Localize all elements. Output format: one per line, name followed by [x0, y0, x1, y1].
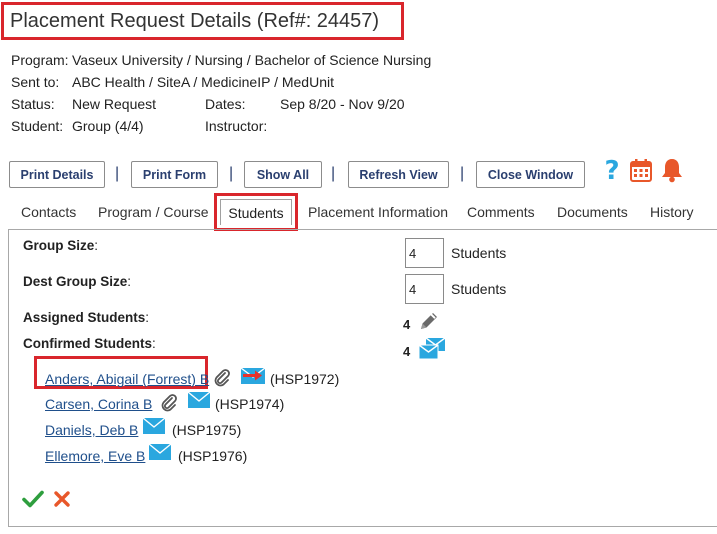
student-label: Student:	[11, 118, 64, 134]
assigned-students-label-text: Assigned Students	[23, 310, 146, 325]
envelope-icon[interactable]	[187, 391, 211, 414]
group-size-input[interactable]: 4	[405, 238, 444, 268]
toolbar-separator: |	[115, 165, 120, 182]
student-code: (HSP1974)	[215, 396, 285, 412]
confirmed-count: 4	[403, 344, 411, 359]
refresh-view-button[interactable]: Refresh View	[348, 161, 449, 188]
status-row: Status: New Request	[11, 96, 156, 112]
student-value: Group (4/4)	[72, 118, 144, 134]
student-code: (HSP1976)	[178, 448, 248, 464]
close-window-button[interactable]: Close Window	[476, 161, 585, 188]
tab-history[interactable]: History	[650, 204, 694, 220]
checkmark-icon[interactable]	[22, 489, 44, 514]
tab-comments[interactable]: Comments	[467, 204, 535, 220]
pencil-icon[interactable]	[418, 310, 440, 337]
assigned-students-label: Assigned Students:	[23, 310, 149, 325]
dest-group-size-label: Dest Group Size:	[23, 274, 131, 289]
tab-students[interactable]: Students	[220, 199, 292, 225]
group-size-label: Group Size:	[23, 238, 98, 253]
envelope-icon[interactable]	[148, 443, 172, 466]
sent-to-value: ABC Health / SiteA / MedicineIP / MedUni…	[72, 74, 334, 90]
student-code: (HSP1975)	[172, 422, 242, 438]
page-title: Placement Request Details (Ref#: 24457)	[10, 9, 380, 32]
dates-value: Sep 8/20 - Nov 9/20	[280, 96, 405, 112]
calendar-icon[interactable]	[630, 158, 652, 187]
sent-to-label: Sent to:	[11, 74, 60, 90]
multi-envelope-icon[interactable]	[418, 337, 446, 366]
cancel-x-icon[interactable]	[53, 490, 71, 513]
group-size-label-text: Group Size	[23, 238, 95, 253]
envelope-forward-icon[interactable]	[240, 365, 266, 390]
help-icon[interactable]: ?	[601, 156, 623, 189]
student-link[interactable]: Ellemore, Eve B	[45, 448, 145, 464]
status-label: Status:	[11, 96, 55, 112]
student-link[interactable]: Carsen, Corina B	[45, 396, 152, 412]
instructor-label: Instructor:	[205, 118, 268, 134]
page-title-highlight: Placement Request Details (Ref#: 24457)	[1, 2, 404, 40]
group-size-unit: Students	[451, 245, 507, 261]
tab-documents[interactable]: Documents	[557, 204, 628, 220]
bell-icon[interactable]	[660, 157, 684, 188]
dest-group-size-unit: Students	[451, 281, 507, 297]
student-code: (HSP1972)	[270, 371, 340, 387]
confirmed-students-label: Confirmed Students:	[23, 336, 156, 351]
student-row: Student: Group (4/4)	[11, 118, 144, 134]
student-link[interactable]: Anders, Abigail (Forrest) B	[45, 371, 209, 387]
tab-placement-information[interactable]: Placement Information	[308, 204, 448, 220]
status-value: New Request	[72, 96, 157, 112]
program-row: Program: Vaseux University / Nursing / Ba…	[11, 52, 431, 68]
toolbar-separator: |	[331, 165, 336, 182]
colon: :	[152, 336, 156, 351]
sent-to-row: Sent to: ABC Health / SiteA / MedicineIP …	[11, 74, 334, 90]
print-form-button[interactable]: Print Form	[131, 161, 218, 188]
envelope-icon[interactable]	[142, 417, 166, 440]
show-all-button[interactable]: Show All	[244, 161, 322, 188]
colon: :	[94, 238, 99, 253]
student-link[interactable]: Daniels, Deb B	[45, 422, 138, 438]
active-tab-highlight: Students	[214, 193, 298, 231]
tab-contacts[interactable]: Contacts	[21, 204, 76, 220]
toolbar-separator: |	[460, 165, 465, 182]
paperclip-icon[interactable]	[213, 368, 231, 393]
colon: :	[127, 274, 132, 289]
program-value: Vaseux University / Nursing / Bachelor o…	[72, 52, 432, 68]
confirmed-students-label-text: Confirmed Students	[23, 336, 153, 351]
dates-label: Dates:	[205, 96, 246, 112]
paperclip-icon[interactable]	[160, 393, 178, 418]
dest-group-size-input[interactable]: 4	[405, 274, 444, 304]
assigned-count: 4	[403, 317, 411, 332]
dest-group-size-label-text: Dest Group Size	[23, 274, 128, 289]
program-label: Program:	[11, 52, 69, 68]
toolbar-separator: |	[229, 165, 234, 182]
tab-program-course[interactable]: Program / Course	[98, 204, 208, 220]
svg-text:?: ?	[604, 156, 619, 184]
colon: :	[145, 310, 150, 325]
print-details-button[interactable]: Print Details	[9, 161, 105, 188]
